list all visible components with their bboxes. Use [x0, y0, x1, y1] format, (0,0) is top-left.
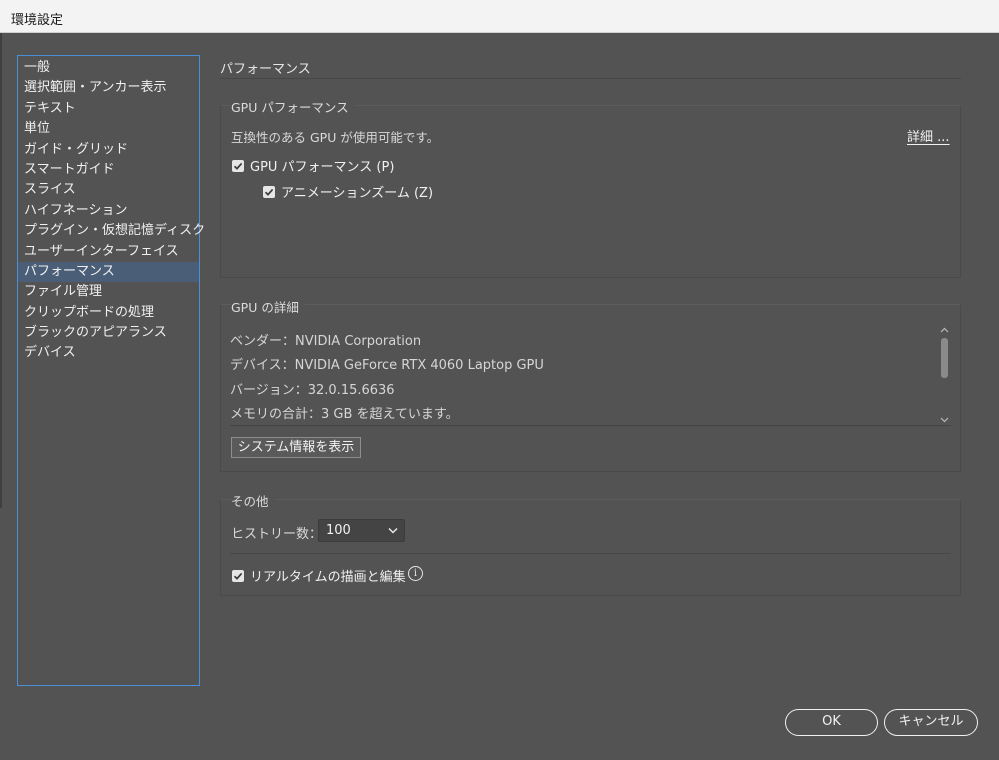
scroll-up-icon[interactable]: [940, 326, 949, 335]
scroll-down-icon[interactable]: [940, 415, 949, 424]
section-divider: [220, 78, 961, 79]
animation-zoom-checkbox[interactable]: アニメーションズーム (Z): [263, 182, 433, 201]
history-count-value: 100: [326, 523, 351, 538]
sidebar-item-selection-anchor[interactable]: 選択範囲・アンカー表示: [18, 78, 199, 98]
gpu-performance-group-label: GPU パフォーマンス: [231, 97, 355, 116]
sidebar-item-clipboard[interactable]: クリップボードの処理: [18, 303, 199, 323]
sidebar-item-text[interactable]: テキスト: [18, 99, 199, 119]
ok-button[interactable]: OK: [785, 709, 878, 736]
sidebar-item-units[interactable]: 単位: [18, 119, 199, 139]
other-group-label: その他: [231, 491, 275, 510]
chevron-down-icon: [388, 527, 398, 534]
gpu-device-text: デバイス：NVIDIA GeForce RTX 4060 Laptop GPU: [230, 358, 544, 373]
sidebar-item-black-appearance[interactable]: ブラックのアピアランス: [18, 323, 199, 343]
sidebar-item-devices[interactable]: デバイス: [18, 343, 199, 363]
realtime-drawing-checkbox-label: リアルタイムの描画と編集: [250, 570, 406, 585]
gpu-status-text: 互換性のある GPU が使用可能です。: [231, 130, 440, 145]
animation-zoom-checkbox-label: アニメーションズーム (Z): [281, 186, 434, 201]
checkbox-checked-icon[interactable]: [232, 159, 244, 172]
sidebar-item-plugins-scratch-disks[interactable]: プラグイン・仮想記憶ディスク: [18, 221, 205, 241]
cancel-button[interactable]: キャンセル: [884, 709, 978, 736]
gpu-performance-checkbox-label: GPU パフォーマンス (P): [250, 160, 395, 175]
window-edge: [0, 33, 2, 508]
scroll-thumb[interactable]: [941, 338, 948, 378]
gpu-details-group-label: GPU の詳細: [231, 297, 305, 316]
gpu-version-text: バージョン：32.0.15.6636: [230, 383, 395, 398]
sidebar-item-smart-guides[interactable]: スマートガイド: [18, 160, 199, 180]
gpu-performance-checkbox[interactable]: GPU パフォーマンス (P): [232, 156, 394, 175]
realtime-drawing-checkbox[interactable]: リアルタイムの描画と編集: [232, 566, 406, 585]
sidebar-item-file-handling[interactable]: ファイル管理: [18, 282, 199, 302]
sidebar-item-hyphenation[interactable]: ハイフネーション: [18, 201, 199, 221]
gpu-vendor-text: ベンダー：NVIDIA Corporation: [230, 334, 422, 349]
section-title: パフォーマンス: [220, 62, 311, 77]
checkbox-checked-icon[interactable]: [232, 569, 244, 582]
sidebar-item-guides-grid[interactable]: ガイド・グリッド: [18, 140, 199, 160]
history-count-select[interactable]: 100: [318, 519, 405, 542]
sidebar-item-user-interface[interactable]: ユーザーインターフェイス: [18, 242, 199, 262]
window-title: 環境設定: [11, 13, 64, 28]
sidebar-item-slices[interactable]: スライス: [18, 180, 199, 200]
title-bar: 環境設定: [0, 0, 999, 33]
show-system-info-button[interactable]: システム情報を表示: [231, 437, 361, 458]
gpu-memory-text: メモリの合計：3 GB を超えています。: [230, 407, 459, 422]
category-list[interactable]: 一般 選択範囲・アンカー表示 テキスト 単位 ガイド・グリッド スマートガイド …: [17, 55, 205, 686]
gpu-details-link[interactable]: 詳細 ...: [907, 126, 950, 145]
gpu-details-list[interactable]: ベンダー：NVIDIA Corporation デバイス：NVIDIA GeFo…: [230, 322, 951, 426]
history-label: ヒストリー数：: [231, 527, 323, 542]
checkbox-checked-icon[interactable]: [263, 185, 275, 198]
details-scrollbar[interactable]: [937, 322, 951, 426]
other-group-divider: [230, 553, 951, 554]
sidebar-item-general[interactable]: 一般: [18, 58, 199, 78]
info-icon[interactable]: i: [408, 566, 423, 581]
sidebar-item-performance[interactable]: パフォーマンス: [18, 261, 199, 283]
